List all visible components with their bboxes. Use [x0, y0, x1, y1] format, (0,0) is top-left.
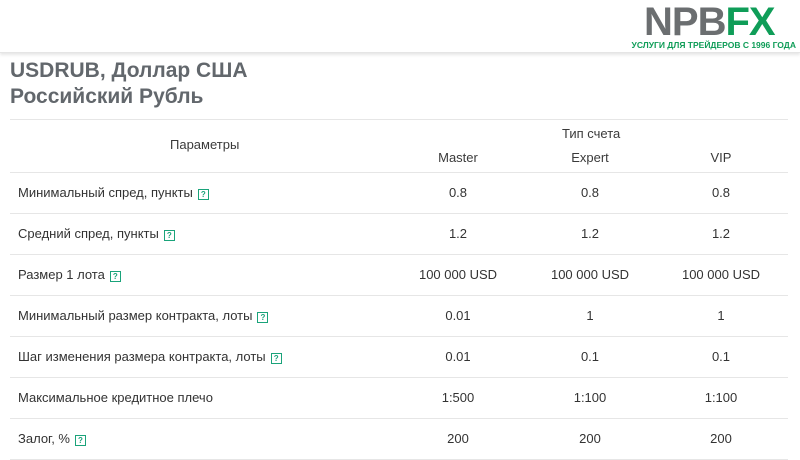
row-label-text: Минимальный размер контракта, лоты	[18, 308, 253, 323]
value-cell-master: 0.01	[445, 308, 471, 323]
table-row: Максимальное кредитное плечо 1:500 1:100 1:…	[10, 378, 788, 419]
value-cell-expert: 200	[579, 431, 601, 446]
header-bar: NPBFX УСЛУГИ ДЛЯ ТРЕЙДЕРОВ С 1996 ГОДА	[0, 0, 800, 53]
value-cell-expert: 100 000 USD	[550, 267, 630, 282]
value-cell-master: 1.2	[448, 226, 468, 241]
value-cell-master: 0.8	[448, 185, 468, 200]
value-cell-vip: 100 000 USD	[681, 267, 761, 282]
value-cell-vip: 1	[717, 308, 725, 323]
table-row: Минимальный размер контракта, лоты? 0.01 1…	[10, 296, 788, 337]
value-cell-master: 100 000 USD	[418, 267, 498, 282]
row-label-text: Размер 1 лота	[18, 267, 105, 282]
row-label: Минимальный размер контракта, лоты?	[18, 308, 269, 323]
help-icon[interactable]: ?	[163, 230, 175, 241]
value-cell-vip: 1.2	[711, 226, 731, 241]
value-cell-master: 200	[447, 431, 469, 446]
row-label: Размер 1 лота?	[18, 267, 121, 282]
help-icon[interactable]: ?	[74, 435, 86, 446]
table-row: Размер 1 лота? 100 000 USD 100 000 USD 100 …	[10, 255, 788, 296]
row-label-text: Минимальный спред, пункты	[18, 185, 193, 200]
npbfx-logo[interactable]: NPBFX УСЛУГИ ДЛЯ ТРЕЙДЕРОВ С 1996 ГОДА	[632, 0, 796, 50]
header-parameters: Параметры	[170, 137, 240, 152]
help-icon[interactable]: ?	[109, 271, 121, 282]
table-row: Минимальный спред, пункты? 0.8 0.8 0.8	[10, 173, 788, 214]
value-cell-vip: 1:100	[704, 390, 738, 405]
header-account-type: Тип счета	[562, 126, 621, 141]
value-cell-expert: 1.2	[580, 226, 600, 241]
logo-tagline: УСЛУГИ ДЛЯ ТРЕЙДЕРОВ С 1996 ГОДА	[631, 40, 796, 50]
row-label: Шаг изменения размера контракта, лоты?	[18, 349, 282, 364]
row-label-text: Залог, %	[18, 431, 70, 446]
logo-word-accent: FX	[725, 0, 775, 44]
value-cell-vip: 200	[710, 431, 732, 446]
row-label: Залог, %?	[18, 431, 86, 446]
value-cell-expert: 1:100	[573, 390, 607, 405]
table-body: Минимальный спред, пункты? 0.8 0.8 0.8 Средн…	[10, 173, 788, 460]
table-header: Параметры Тип счета Master Expert VIP	[10, 120, 788, 173]
help-icon[interactable]: ?	[197, 189, 209, 200]
value-cell-vip: 0.8	[711, 185, 731, 200]
help-icon[interactable]: ?	[257, 312, 269, 323]
table-row: Залог, %? 200 200 200	[10, 419, 788, 460]
row-label-text: Шаг изменения размера контракта, лоты	[18, 349, 266, 364]
page: NPBFX УСЛУГИ ДЛЯ ТРЕЙДЕРОВ С 1996 ГОДА U…	[0, 0, 800, 460]
value-cell-expert: 1	[586, 308, 594, 323]
column-vip: VIP	[710, 150, 732, 165]
page-title-line1: USDRUB, Доллар США	[10, 59, 248, 82]
value-cell-expert: 0.1	[580, 349, 600, 364]
logo-word-main: NPB	[644, 0, 726, 44]
value-cell-expert: 0.8	[580, 185, 600, 200]
page-title: USDRUB, Доллар США Российский Рубль	[10, 58, 247, 110]
row-label-text: Средний спред, пункты	[18, 226, 159, 241]
row-label: Максимальное кредитное плечо	[18, 390, 213, 405]
row-label: Минимальный спред, пункты?	[18, 185, 209, 200]
table-row: Шаг изменения размера контракта, лоты? 0.…	[10, 337, 788, 378]
help-icon[interactable]: ?	[270, 353, 282, 364]
row-label: Средний спред, пункты?	[18, 226, 175, 241]
value-cell-vip: 0.1	[711, 349, 731, 364]
value-cell-master: 0.01	[445, 349, 471, 364]
column-master: Master	[438, 150, 478, 165]
page-title-line2: Российский Рубль	[10, 85, 204, 108]
conditions-table: Параметры Тип счета Master Expert VIP Ми…	[10, 119, 788, 460]
column-expert: Expert	[571, 150, 609, 165]
value-cell-master: 1:500	[441, 390, 475, 405]
table-row: Средний спред, пункты? 1.2 1.2 1.2	[10, 214, 788, 255]
logo-wordmark: NPBFX	[644, 0, 776, 44]
row-label-text: Максимальное кредитное плечо	[18, 390, 213, 405]
